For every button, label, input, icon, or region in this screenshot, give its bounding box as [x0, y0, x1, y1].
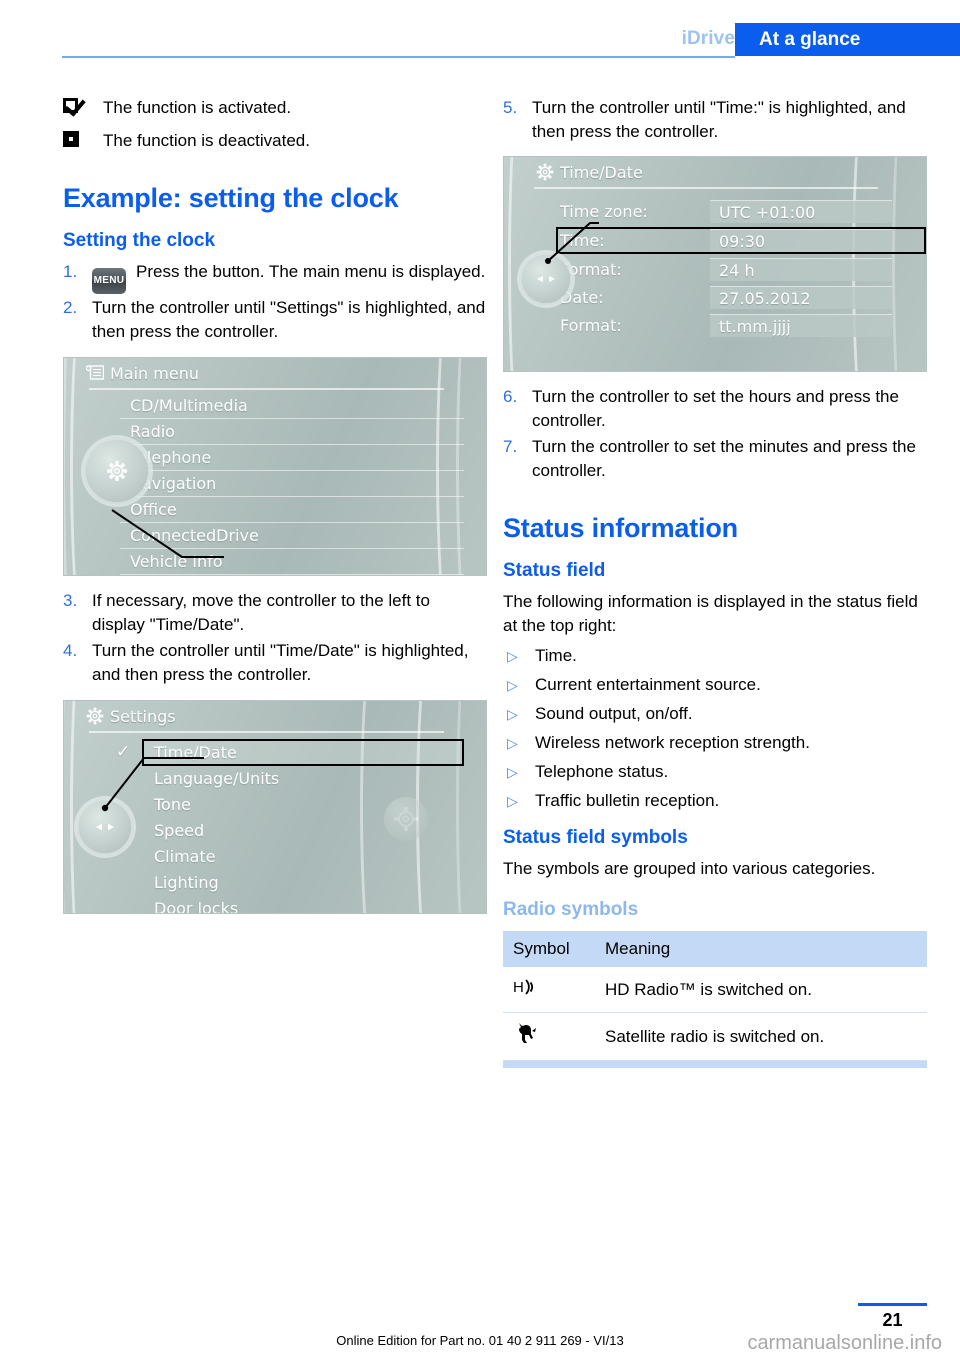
callout-line-time-date: [101, 757, 204, 812]
step-number: 2.: [63, 298, 78, 317]
step-number: 7.: [503, 437, 518, 456]
list-item-label: Traffic bulletin reception.: [535, 791, 720, 810]
step-item: 3. If necessary, move the controller to …: [63, 589, 487, 637]
step-number: 4.: [63, 641, 78, 660]
page-number: 21: [882, 1310, 903, 1330]
table-cell-meaning: HD Radio™ is switched on.: [595, 967, 927, 1013]
step-text-label: Turn the controller to set the hours and…: [532, 387, 899, 430]
list-item: ▷ Telephone status.: [503, 760, 927, 784]
step-text-label: If necessary, move the controller to the…: [92, 591, 430, 634]
triangle-bullet-icon: ▷: [507, 735, 518, 751]
idrive-screen-time-date: Time/Date Time zone: UTC +01:00 Time: 09…: [503, 156, 927, 372]
legend-item-label: The function is activated.: [103, 98, 292, 117]
page-header: iDrive At a glance: [0, 0, 960, 62]
step-item: 2. Turn the controller until "Settings" …: [63, 296, 487, 344]
subsection-heading-status-field-symbols: Status field symbols: [503, 827, 688, 848]
page-number-rule: [858, 1303, 927, 1306]
table-row: Satellite radio is switched on.: [503, 1012, 927, 1061]
triangle-bullet-icon: ▷: [507, 764, 518, 780]
table-footer-band: [503, 1060, 927, 1068]
right-column: 5. Turn the controller until "Time:" is …: [503, 96, 927, 1068]
list-item: ▷ Current entertainment source.: [503, 673, 927, 697]
list-item: ▷ Traffic bulletin reception.: [503, 789, 927, 813]
idrive-screen-main-menu: Main menu CD/Multimedia Radio Telephone …: [63, 357, 487, 576]
breadcrumb-parent: iDrive: [681, 28, 735, 49]
screen-list-item-selected[interactable]: Settings: [116, 575, 464, 576]
step-item: 7. Turn the controller to set the minute…: [503, 435, 927, 483]
step-item: 4. Turn the controller until "Time/Date"…: [63, 639, 487, 687]
page-title: Example: setting the clock: [63, 183, 399, 213]
subsection-heading-radio-symbols: Radio symbols: [503, 899, 639, 920]
triangle-bullet-icon: ▷: [507, 706, 518, 722]
legend-item-activated: The function is activated.: [63, 96, 487, 120]
list-item-label: Telephone status.: [535, 762, 669, 781]
table-cell-meaning: Satellite radio is switched on.: [595, 1012, 927, 1061]
hd-radio-icon: H: [503, 967, 595, 1013]
radio-symbols-table: Symbol Meaning H HD Radio™ is switched o…: [503, 931, 927, 1068]
list-item: ▷ Wireless network reception strength.: [503, 731, 927, 755]
checkbox-filled-icon: [63, 129, 103, 152]
list-item-label: Time.: [535, 646, 577, 665]
breadcrumb-active-tab: At a glance: [735, 23, 960, 56]
breadcrumb-active-label: At a glance: [759, 29, 861, 50]
callout-line-settings: [111, 509, 224, 558]
step-item: 5. Turn the controller until "Time:" is …: [503, 96, 927, 144]
subsection-heading-setting-the-clock: Setting the clock: [63, 230, 216, 251]
step-number: 6.: [503, 387, 518, 406]
column-header-meaning: Meaning: [595, 931, 927, 967]
step-text: MENU Press the button. The main menu is d…: [92, 260, 487, 294]
step-text-label: Turn the controller until "Time/Date" is…: [92, 641, 469, 684]
step-text-label: Press the button. The main menu is displ…: [136, 262, 486, 281]
legend-item-deactivated: The function is deactivated.: [63, 129, 487, 153]
menu-button-icon: MENU: [92, 268, 126, 294]
watermark: carmanualsonline.info: [747, 1332, 942, 1354]
status-field-bullet-list: ▷ Time. ▷ Current entertainment source. …: [503, 644, 927, 813]
idrive-screen-settings: Settings ✓ Time/Date Language/Units Tone…: [63, 700, 487, 914]
symbols-intro-text: The symbols are grouped into various cat…: [503, 859, 876, 878]
list-item-label: Wireless network reception strength.: [535, 733, 810, 752]
header-rule: [62, 56, 735, 58]
step-text-label: Turn the controller until "Time:" is hig…: [532, 98, 906, 141]
step-item: 6. Turn the controller to set the hours …: [503, 385, 927, 433]
steps-list-right-top: 5. Turn the controller until "Time:" is …: [503, 96, 927, 144]
triangle-bullet-icon: ▷: [507, 648, 518, 664]
steps-list-left: 1. MENU Press the button. The main menu i…: [63, 260, 487, 344]
table-header-row: Symbol Meaning: [503, 931, 927, 967]
triangle-bullet-icon: ▷: [507, 677, 518, 693]
list-item: ▷ Time.: [503, 644, 927, 668]
column-header-symbol: Symbol: [503, 931, 595, 967]
satellite-radio-dog-icon: [503, 1012, 595, 1061]
list-item: ▷ Sound output, on/off.: [503, 702, 927, 726]
step-text-label: Turn the controller until "Settings" is …: [92, 298, 486, 341]
checkbox-checked-icon: [63, 96, 103, 118]
callout-line-time-row: [545, 222, 599, 264]
svg-text:H: H: [513, 979, 524, 996]
section-heading-status-information: Status information: [503, 513, 738, 543]
steps-list-right-bottom: 6. Turn the controller to set the hours …: [503, 385, 927, 483]
legend-item-label: The function is deactivated.: [103, 131, 310, 150]
list-item-label: Current entertainment source.: [535, 675, 761, 694]
status-field-intro-text: The following information is displayed i…: [503, 592, 918, 635]
step-number: 3.: [63, 591, 78, 610]
triangle-bullet-icon: ▷: [507, 793, 518, 809]
step-number: 5.: [503, 98, 518, 117]
list-item-label: Sound output, on/off.: [535, 704, 693, 723]
step-item: 1. MENU Press the button. The main menu i…: [63, 260, 487, 294]
step-text-label: Turn the controller to set the minutes a…: [532, 437, 916, 480]
subsection-heading-status-field: Status field: [503, 560, 606, 581]
steps-list-left-2: 3. If necessary, move the controller to …: [63, 589, 487, 687]
manual-page: iDrive At a glance The function is activ…: [0, 0, 960, 1362]
step-number: 1.: [63, 262, 78, 281]
left-column: The function is activated. The function …: [63, 96, 487, 927]
table-row: H HD Radio™ is switched on.: [503, 967, 927, 1013]
